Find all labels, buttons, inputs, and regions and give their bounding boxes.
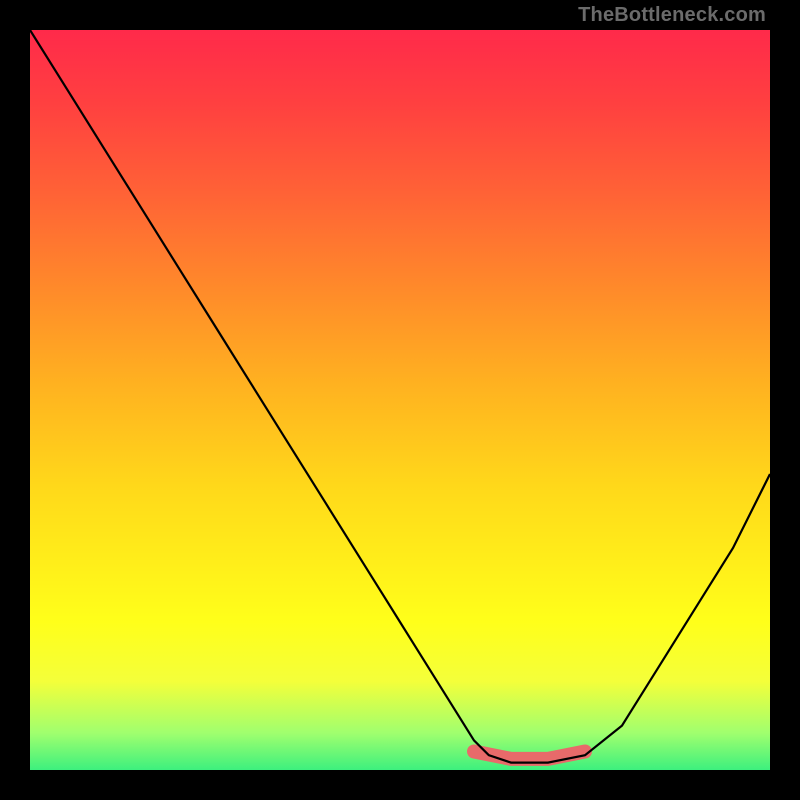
main-curve	[30, 30, 770, 763]
chart-frame: TheBottleneck.com	[0, 0, 800, 800]
watermark-text: TheBottleneck.com	[578, 4, 766, 27]
chart-svg	[30, 30, 770, 770]
